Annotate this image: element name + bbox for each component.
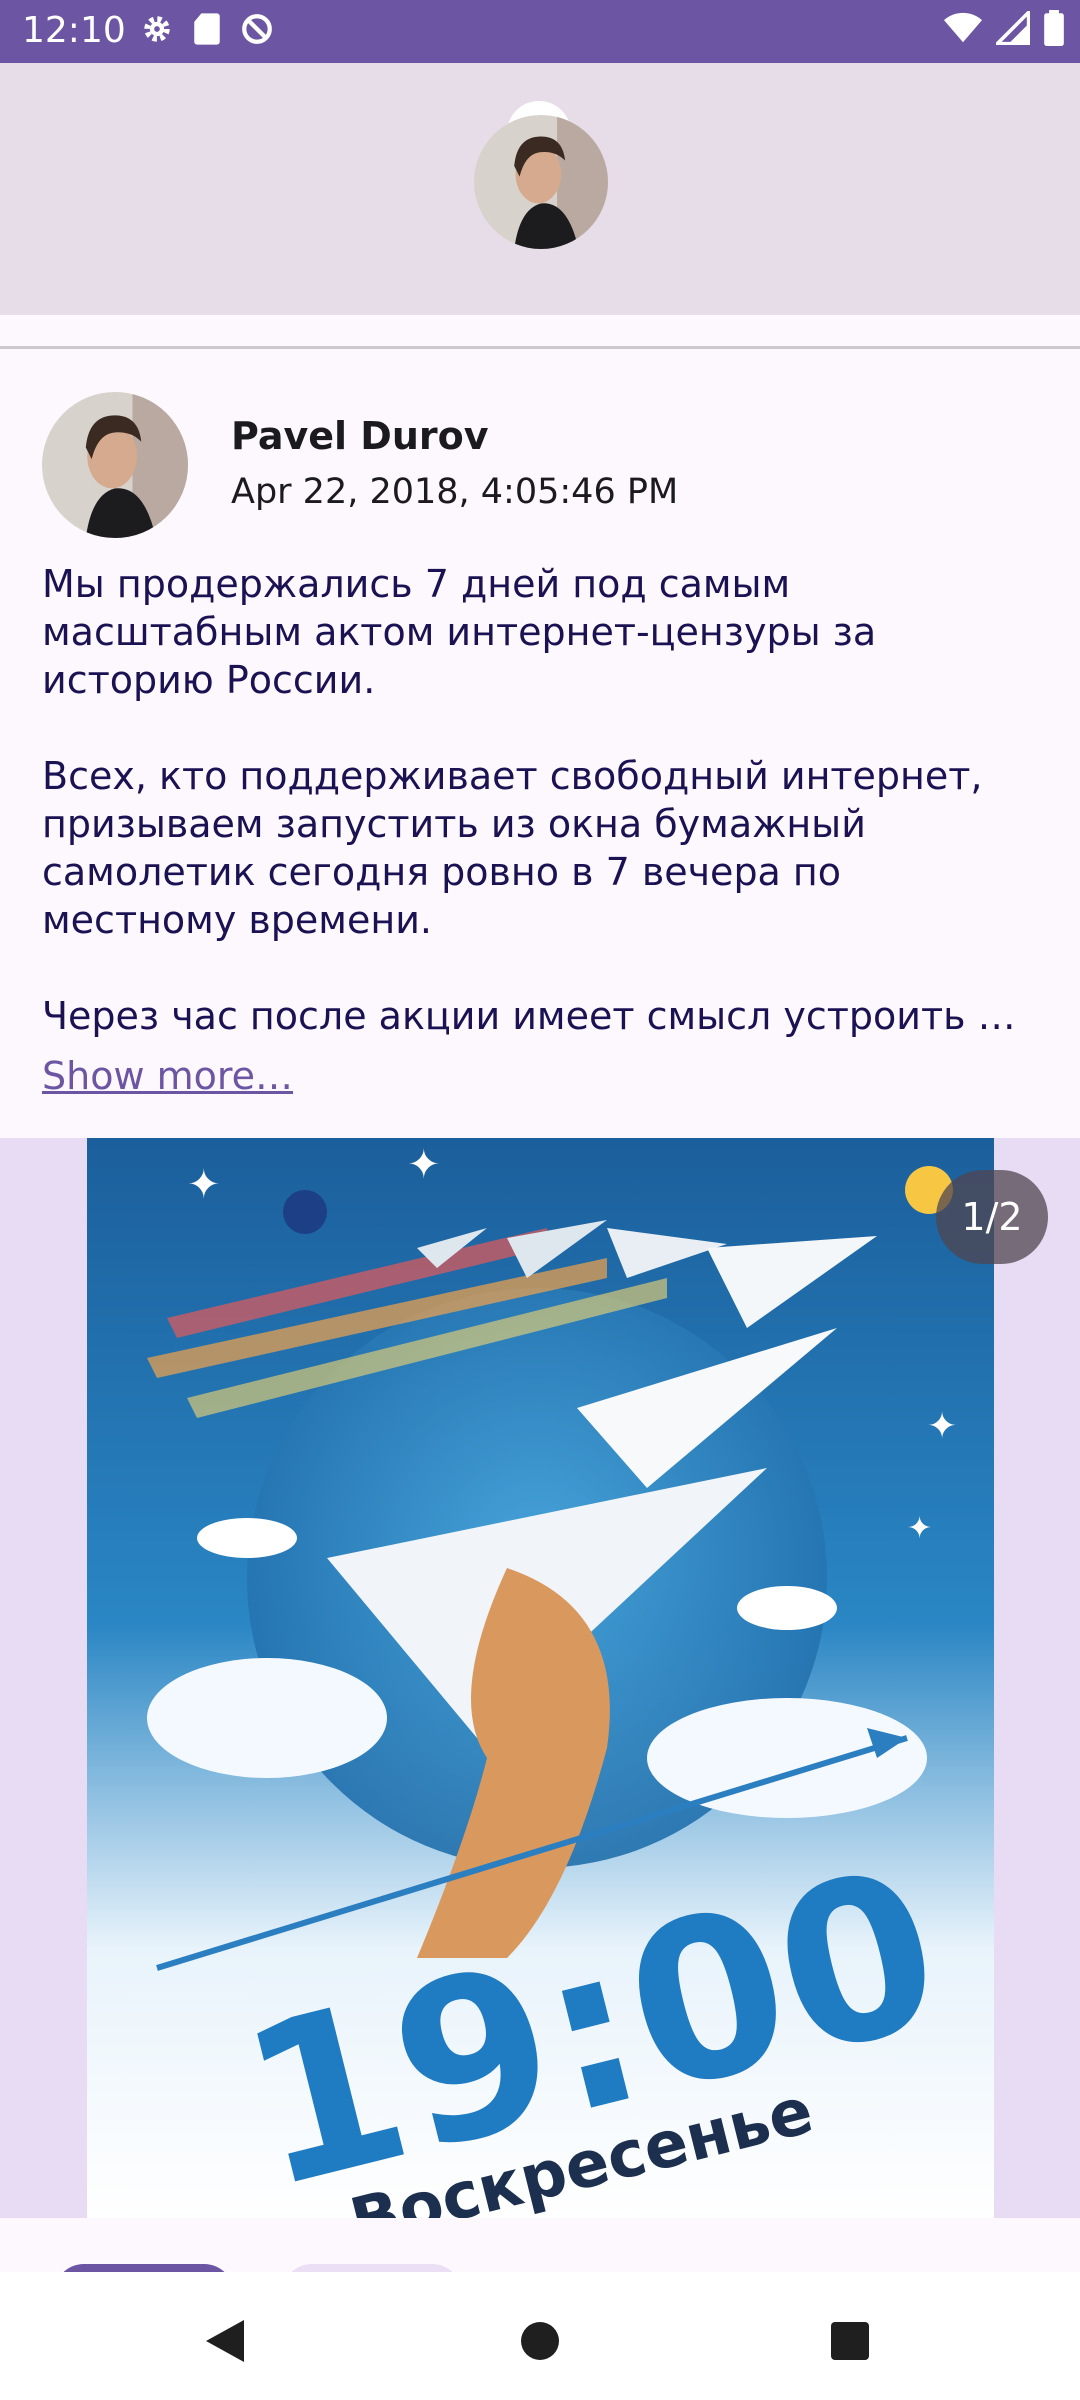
post-paragraph: Всех, кто поддерживает свободный интерне… xyxy=(42,754,983,942)
media-counter: 1/2 xyxy=(936,1170,1048,1264)
post-paragraph: Через час после акции имеет смысл устрои… xyxy=(42,994,1016,1038)
post-image[interactable]: 19:00 Воскресенье ✦ ✦ ✦ ✦ xyxy=(87,1138,994,2218)
channel-avatar[interactable] xyxy=(474,115,608,249)
post-date: Apr 22, 2018, 4:05:46 PM xyxy=(231,472,679,512)
recents-icon[interactable] xyxy=(831,2322,869,2360)
system-nav-bar xyxy=(0,2272,1080,2400)
no-sync-icon xyxy=(242,14,272,44)
post-author-avatar[interactable] xyxy=(42,392,188,538)
media-gallery[interactable]: 19:00 Воскресенье ✦ ✦ ✦ ✦ xyxy=(0,1138,1080,2218)
battery-icon xyxy=(1044,10,1064,46)
post-text: Мы продержались 7 дней под самым масштаб… xyxy=(42,560,1042,1040)
svg-text:✦: ✦ xyxy=(927,1406,957,1447)
wifi-icon xyxy=(944,12,982,43)
svg-text:✦: ✦ xyxy=(907,1511,932,1546)
back-icon[interactable] xyxy=(204,2318,246,2364)
channel-header xyxy=(0,63,1080,315)
divider xyxy=(0,346,1080,349)
sd-card-icon xyxy=(194,13,220,45)
svg-text:✦: ✦ xyxy=(187,1162,221,1208)
gear-icon xyxy=(144,16,170,42)
svg-text:✦: ✦ xyxy=(407,1142,441,1188)
status-time: 12:10 xyxy=(22,10,126,51)
signal-icon xyxy=(996,11,1030,45)
status-bar: 12:10 xyxy=(0,0,1080,63)
post-paragraph: Мы продержались 7 дней под самым масштаб… xyxy=(42,562,877,702)
author-name: Pavel Durov xyxy=(231,414,489,458)
show-more-link[interactable]: Show more… xyxy=(42,1054,293,1098)
home-icon[interactable] xyxy=(521,2322,559,2360)
